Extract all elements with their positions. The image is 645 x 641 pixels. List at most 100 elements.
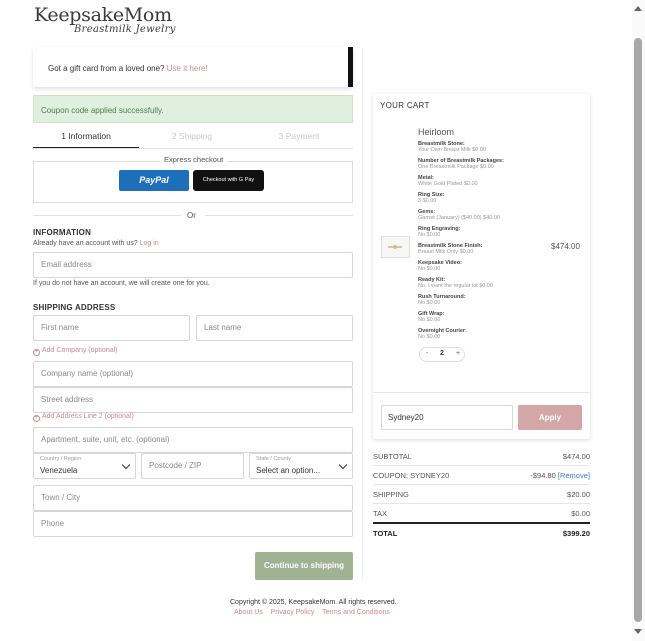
subtotal-value: $474.00: [562, 452, 590, 461]
quantity-decrease-button[interactable]: -: [426, 350, 428, 357]
add-address-line2-label: Add Address Line 2 (optional): [42, 413, 134, 420]
steps-divider: [33, 148, 353, 149]
first-name-field[interactable]: First name: [33, 315, 190, 341]
last-name-field[interactable]: Last name: [196, 315, 353, 341]
product-option: Number of Breastmilk Packages: One Breas…: [418, 158, 558, 170]
brand-logo-text[interactable]: KeepsakeMom: [34, 4, 172, 26]
option-value: Your Own Breast Milk $0.00: [418, 147, 486, 153]
product-thumbnail: [381, 236, 410, 258]
footer-links: About Us Privacy Policy Terms and Condit…: [234, 609, 396, 616]
summary-divider: [373, 465, 590, 466]
option-value: White Gold Plated $0.00: [418, 181, 478, 187]
step-payment: 3 Payment: [278, 131, 320, 141]
phone-field[interactable]: Phone: [33, 511, 353, 537]
account-note: If you do not have an account, we will c…: [33, 280, 210, 287]
footer-about-link[interactable]: About Us: [234, 609, 263, 616]
coupon-code-input[interactable]: Sydney20: [381, 405, 513, 430]
option-value: One Breastmilk Package $0.00: [418, 164, 494, 170]
company-field[interactable]: Company name (optional): [33, 361, 353, 387]
total-label: TOTAL: [373, 529, 398, 538]
product-option: Ready Kit: No, I want the regular kit $0…: [418, 277, 558, 289]
brand-tagline: Breastmilk Jewelry: [74, 24, 176, 35]
gift-card-prompt: Got a gift card from a loved one? Use it…: [48, 64, 208, 73]
state-select-value: Select an option...: [256, 466, 321, 475]
option-value: No $0.00: [418, 300, 441, 306]
option-value: No, I want the regular kit $0.00: [418, 283, 493, 289]
option-value: Breast Milk Only $0.00: [418, 249, 474, 255]
plus-circle-icon: +: [33, 349, 40, 356]
footer-privacy-link[interactable]: Privacy Policy: [271, 609, 315, 616]
checkout-steps: 1 Information 2 Shipping 3 Payment: [33, 128, 353, 148]
product-option: Ring Engraving: No $0.00: [418, 226, 558, 238]
remove-coupon-link[interactable]: [Remove]: [558, 471, 590, 480]
apartment-field[interactable]: Apartment, suite, unit, etc. (optional): [33, 427, 353, 453]
paypal-button[interactable]: PayPal: [119, 170, 189, 191]
or-divider-left: [33, 215, 181, 216]
email-field[interactable]: Email address: [33, 252, 353, 278]
product-option: Gems: Garnet (January) ($40.00) $40.00: [418, 209, 558, 221]
column-divider: [362, 47, 363, 582]
country-select[interactable]: Country / Region Venezuela: [33, 453, 136, 479]
product-option: Metal: White Gold Plated $0.00: [418, 175, 558, 187]
tax-label: TAX: [373, 509, 388, 518]
account-prompt: Already have an account with us? Log in: [33, 240, 159, 247]
step-shipping: 2 Shipping: [171, 131, 213, 141]
footer-terms-link[interactable]: Terms and Conditions: [322, 609, 390, 616]
option-value: No $0.00: [418, 317, 441, 323]
postcode-field[interactable]: Postcode / ZIP: [141, 453, 244, 479]
google-pay-button[interactable]: Checkout with G Pay: [193, 170, 264, 191]
quantity-increase-button[interactable]: +: [456, 350, 460, 357]
chevron-down-icon: [121, 460, 131, 470]
coupon-label: COUPON: SYDNEY20: [373, 471, 450, 480]
gift-card-prompt-text: Got a gift card from a loved one?: [48, 64, 165, 73]
total-value: $399.20: [562, 529, 590, 538]
state-select[interactable]: State / County Select an option...: [249, 453, 353, 479]
cart-title: YOUR CART: [380, 101, 430, 110]
scroll-down-arrow-icon[interactable]: [634, 629, 642, 634]
quantity-stepper[interactable]: - 2 +: [419, 347, 465, 362]
scroll-up-arrow-icon[interactable]: [634, 6, 642, 11]
account-prompt-text: Already have an account with us?: [33, 240, 138, 247]
product-option: Rush Turnaround: No $0.00: [418, 294, 558, 306]
country-select-label: Country / Region: [40, 456, 82, 462]
express-checkout-label: Express checkout: [160, 155, 228, 164]
cart-separator: [373, 392, 590, 393]
add-address-line2-link[interactable]: + Add Address Line 2 (optional): [33, 413, 134, 422]
chevron-down-icon: [338, 460, 348, 470]
option-value: No $0.00: [418, 266, 441, 272]
product-option: Breastmilk Stone Finish: Breast Milk Onl…: [418, 243, 558, 255]
continue-to-shipping-button[interactable]: Continue to shipping: [255, 552, 353, 580]
product-option: Overnight Courier: No $0.00: [418, 328, 558, 340]
product-option: Gift Wrap: No $0.00: [418, 311, 558, 323]
summary-divider: [373, 503, 590, 504]
footer-copyright: Copyright © 2025, KeepsakeMom. All right…: [230, 599, 397, 606]
shipping-address-title: SHIPPING ADDRESS: [33, 303, 116, 312]
product-option: Keepsake Video: No $0.00: [418, 260, 558, 272]
tax-value: $0.00: [571, 509, 590, 518]
option-value: No $0.00: [418, 334, 441, 340]
quantity-value[interactable]: 2: [440, 350, 444, 357]
country-select-value: Venezuela: [40, 466, 78, 475]
coupon-value-group: -$94.80 [Remove]: [530, 471, 590, 480]
option-value: No $0.00: [418, 232, 441, 238]
information-title: INFORMATION: [33, 228, 92, 237]
scrollbar-thumb[interactable]: [634, 38, 642, 622]
apply-coupon-button[interactable]: Apply: [518, 405, 582, 430]
product-option: Ring Size: 3 $0.00: [418, 192, 558, 204]
product-option: Breastmilk Stone: Your Own Breast Milk $…: [418, 141, 558, 153]
city-field[interactable]: Town / City: [33, 485, 353, 511]
coupon-success-alert: Coupon code applied successfully.: [33, 95, 353, 123]
shipping-label: SHIPPING: [373, 490, 409, 499]
step-information[interactable]: 1 Information: [33, 128, 139, 148]
add-company-label: Add Company (optional): [42, 347, 118, 354]
option-value: 3 $0.00: [418, 198, 437, 204]
add-company-link[interactable]: + Add Company (optional): [33, 347, 118, 356]
subtotal-label: SUBTOTAL: [373, 452, 412, 461]
coupon-value: -$94.80: [530, 471, 556, 480]
summary-divider: [373, 484, 590, 485]
street-address-field[interactable]: Street address: [33, 387, 353, 413]
option-value: Garnet (January) ($40.00) $40.00: [418, 215, 500, 221]
gift-card-link[interactable]: Use it here!: [167, 64, 208, 73]
product-name: Heirloom: [418, 127, 455, 137]
login-link[interactable]: Log in: [140, 240, 159, 247]
